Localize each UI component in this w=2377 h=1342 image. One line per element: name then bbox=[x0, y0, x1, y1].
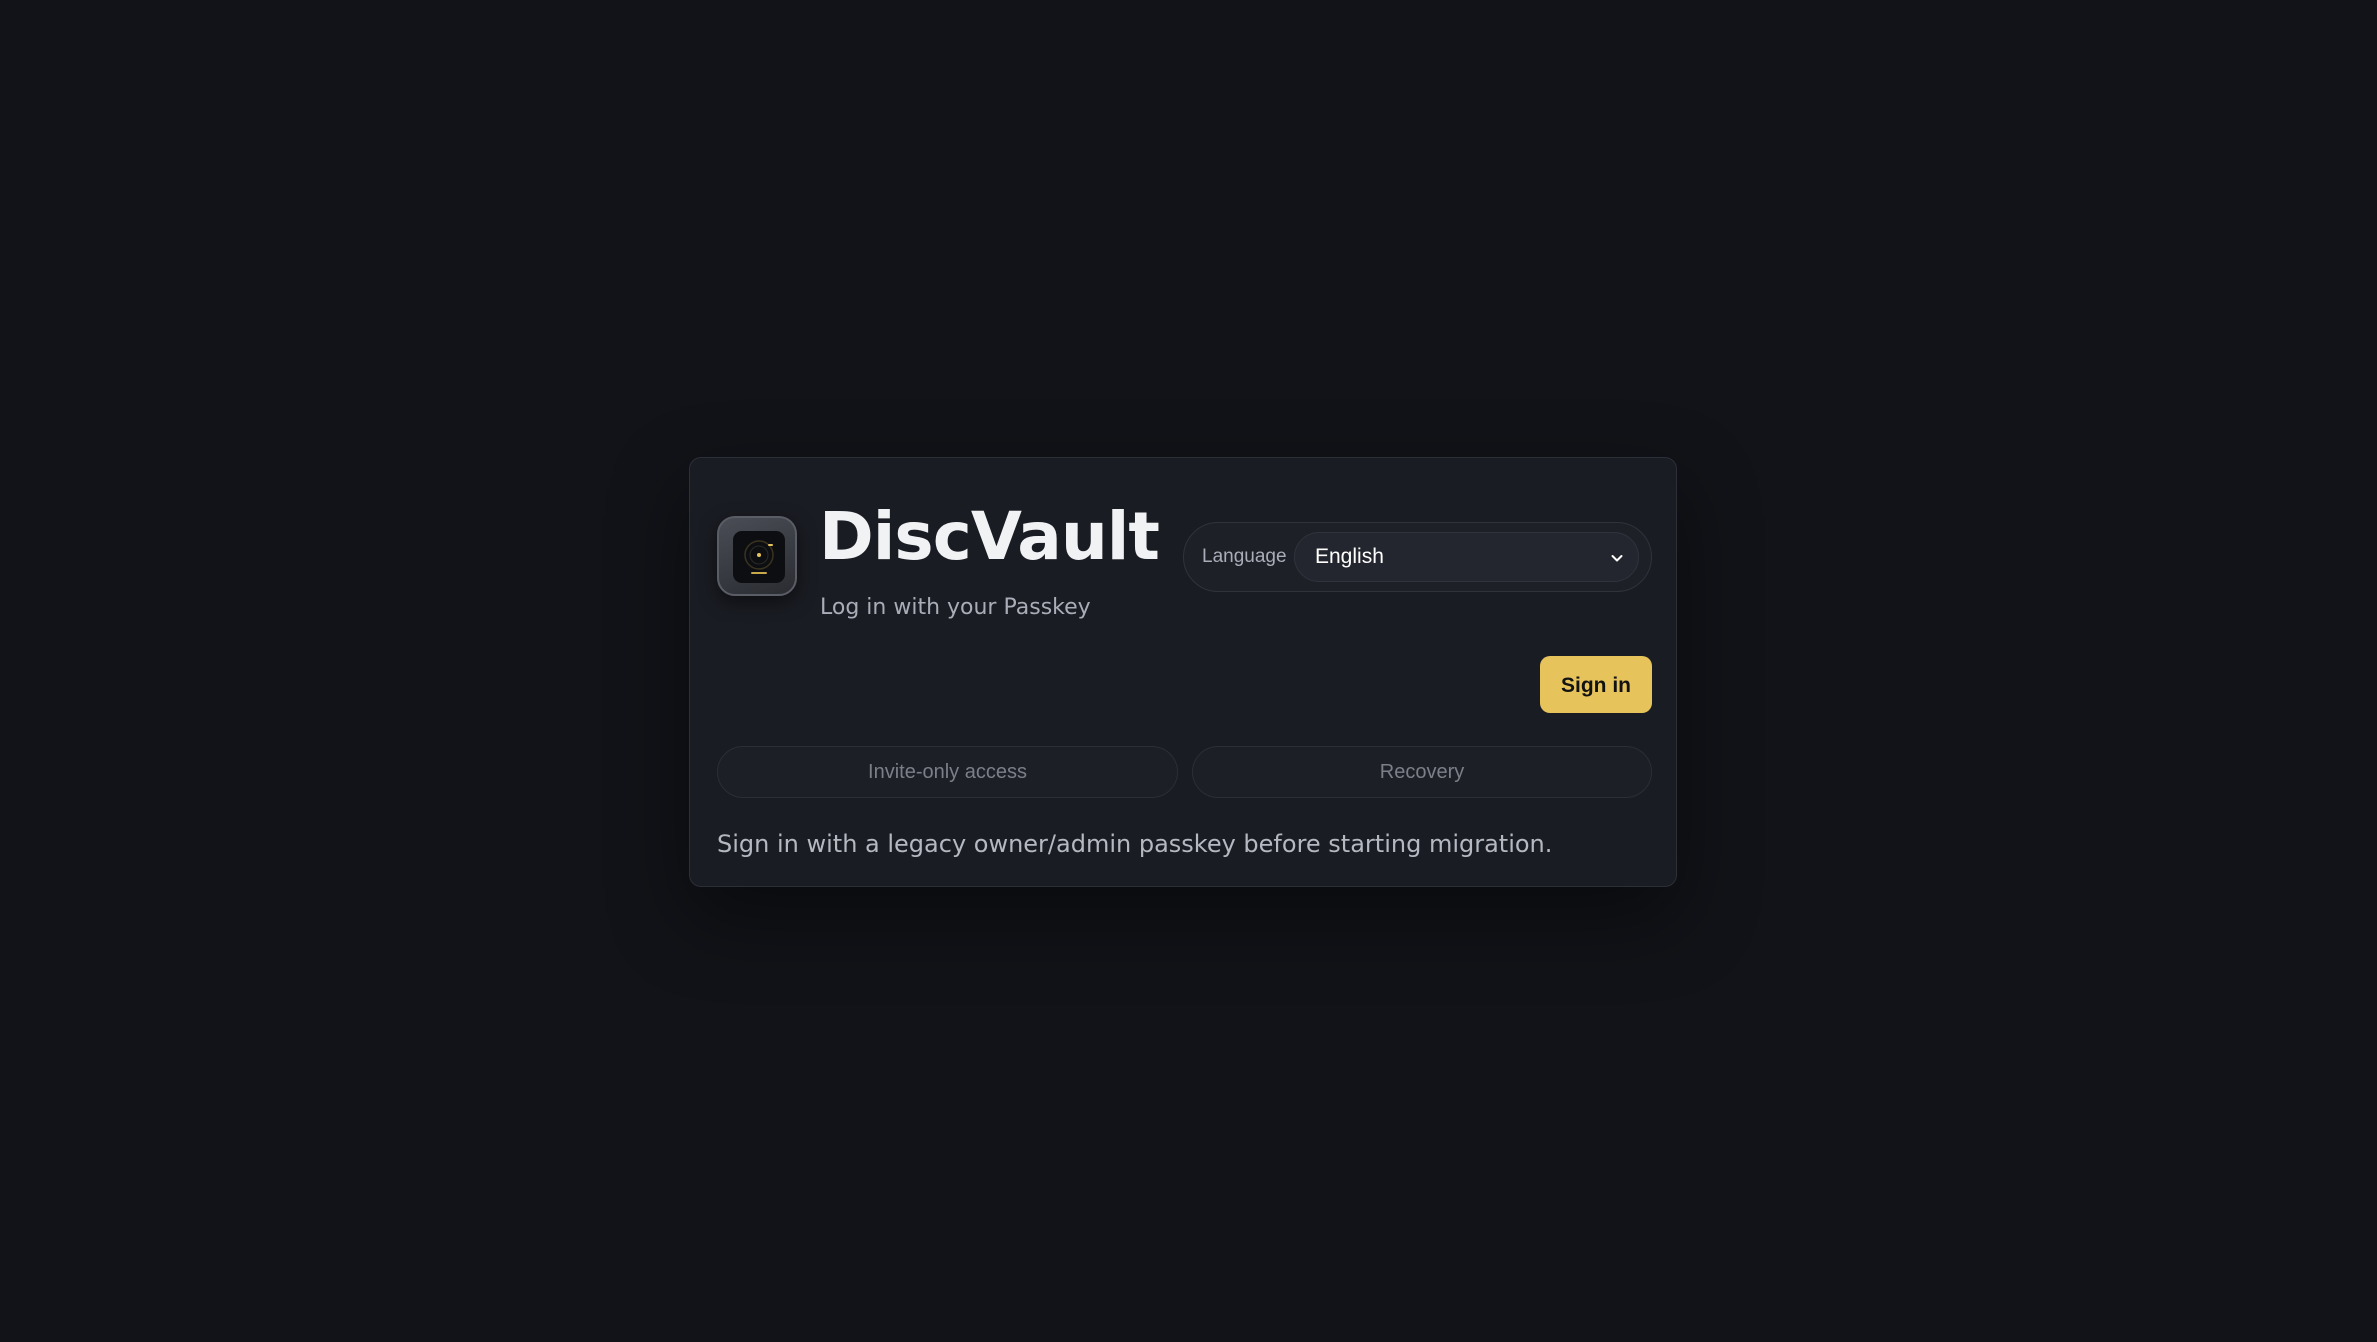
tab-invite-only-access[interactable]: Invite-only access bbox=[717, 746, 1178, 798]
language-label: Language bbox=[1202, 546, 1287, 567]
app-logo bbox=[717, 516, 797, 596]
login-subtitle: Log in with your Passkey bbox=[820, 595, 1091, 620]
chevron-down-icon bbox=[1610, 550, 1624, 569]
language-selector: Language English bbox=[1183, 522, 1652, 592]
login-page: DiscVault Log in with your Passkey Langu… bbox=[0, 0, 2377, 1342]
migration-note: Sign in with a legacy owner/admin passke… bbox=[717, 830, 1553, 858]
app-title: DiscVault bbox=[819, 498, 1160, 575]
sign-in-button[interactable]: Sign in bbox=[1540, 656, 1652, 713]
language-selected-value: English bbox=[1315, 545, 1384, 568]
language-dropdown[interactable]: English bbox=[1294, 532, 1639, 582]
disc-vault-logo-icon bbox=[733, 531, 785, 583]
login-card: DiscVault Log in with your Passkey Langu… bbox=[689, 457, 1677, 887]
tab-recovery[interactable]: Recovery bbox=[1192, 746, 1652, 798]
